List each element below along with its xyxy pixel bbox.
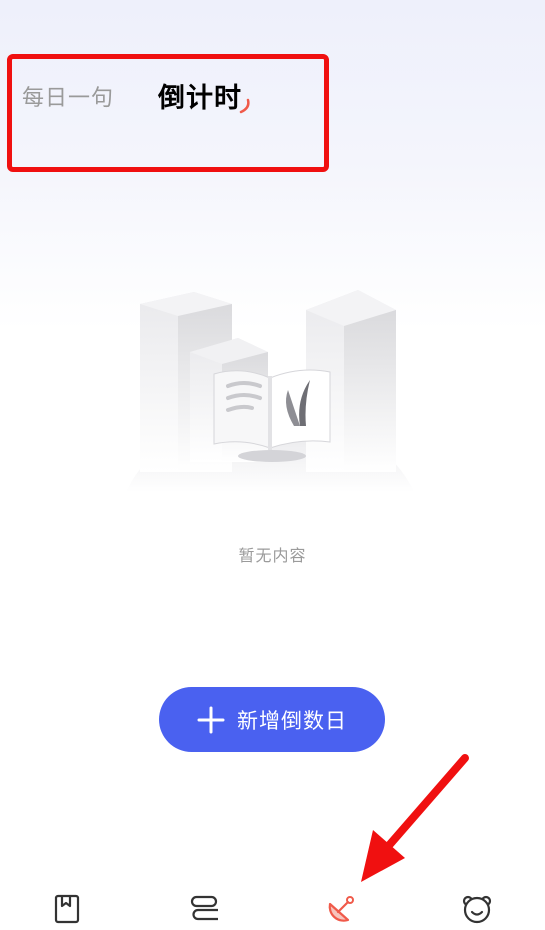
add-countdown-label: 新增倒数日 <box>237 708 347 733</box>
empty-state-illustration <box>126 290 414 492</box>
annotation-arrow <box>361 754 469 882</box>
annotation-highlight-box <box>7 54 329 172</box>
bear-face-icon[interactable] <box>460 892 494 926</box>
add-countdown-button[interactable]: 新增倒数日 <box>159 687 385 752</box>
empty-state-text: 暂无内容 <box>238 546 307 565</box>
plus-icon <box>197 706 225 733</box>
bookmark-book-icon[interactable] <box>50 892 84 926</box>
bottom-navigation <box>0 880 545 930</box>
stack-layers-icon[interactable] <box>188 892 222 926</box>
satellite-dish-icon[interactable] <box>324 892 358 926</box>
